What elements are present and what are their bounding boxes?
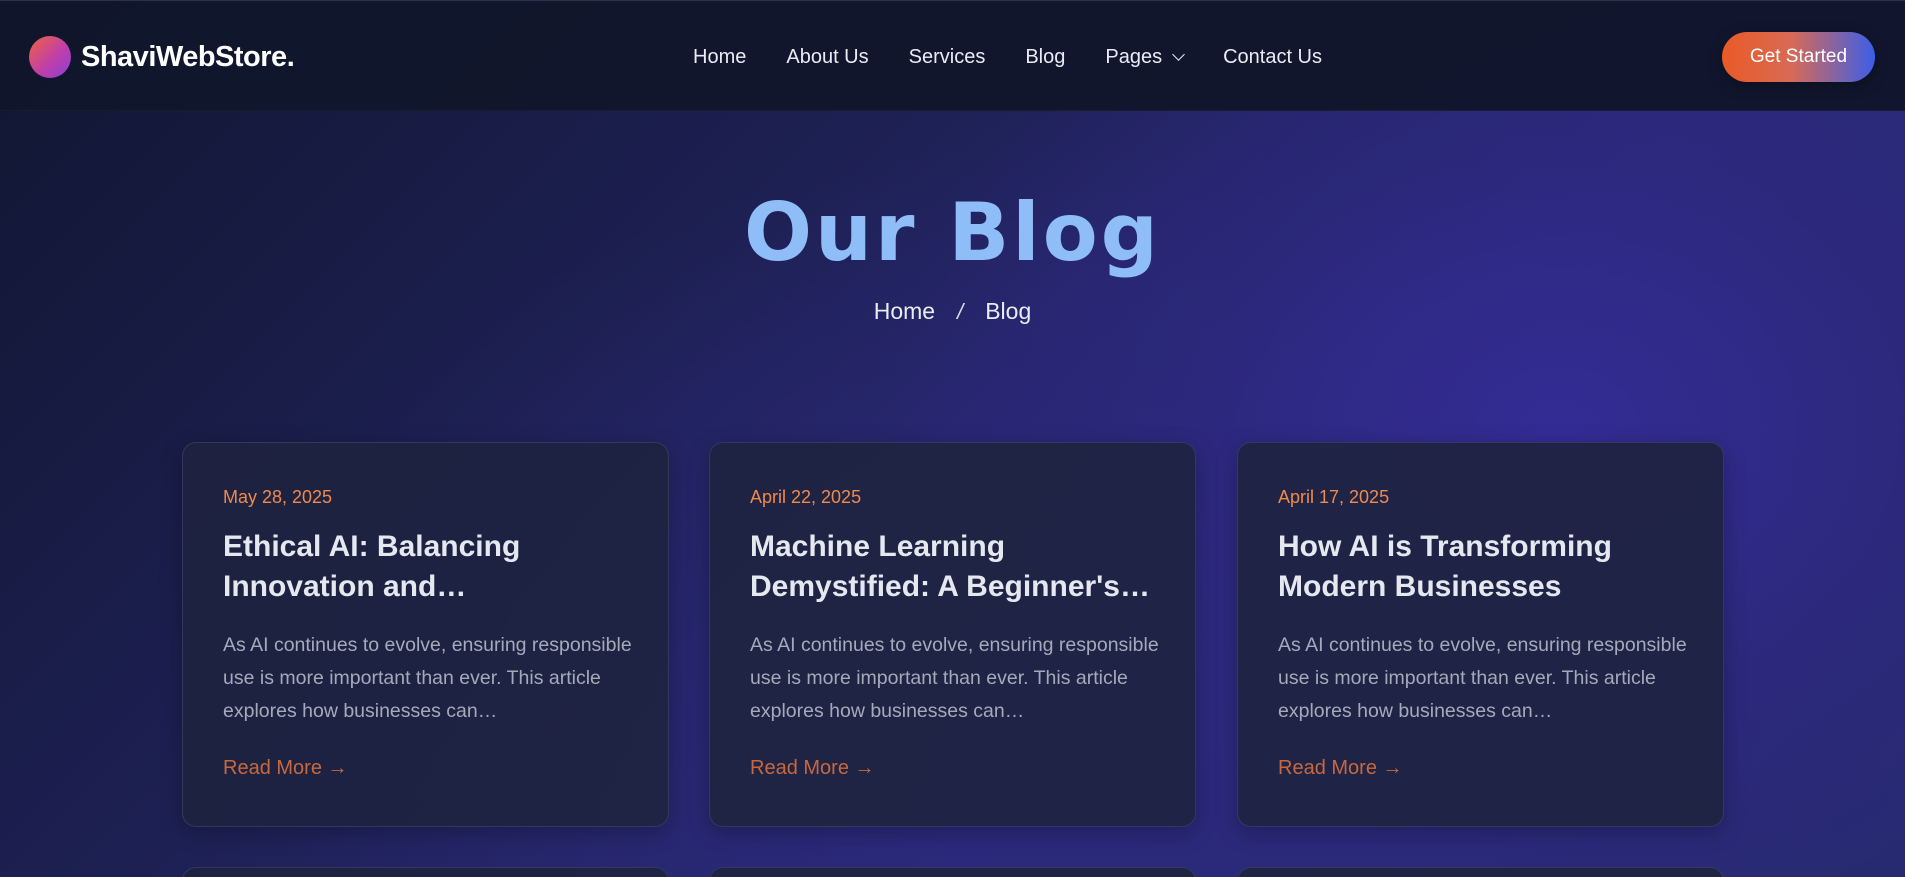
nav-contact-us[interactable]: Contact Us <box>1223 46 1322 69</box>
chevron-down-icon <box>1172 47 1185 61</box>
nav-home[interactable]: Home <box>693 46 746 69</box>
breadcrumb-home[interactable]: Home <box>874 298 935 325</box>
site-header: ShaviWebStore. Home About Us Services Bl… <box>0 0 1905 111</box>
page: ShaviWebStore. Home About Us Services Bl… <box>0 0 1905 877</box>
blog-card[interactable]: May 28, 2025 Ethical AI: Balancing Innov… <box>182 442 669 827</box>
post-date: April 17, 2025 <box>1278 487 1390 507</box>
post-date: April 22, 2025 <box>750 487 862 507</box>
post-title[interactable]: How AI is Transforming Modern Businesses <box>1278 527 1698 607</box>
nav-about-us[interactable]: About Us <box>786 46 868 69</box>
breadcrumb-current: Blog <box>985 298 1032 324</box>
logo-icon <box>29 36 71 78</box>
read-more-link[interactable]: Read More → <box>223 757 348 780</box>
main-nav: Home About Us Services Blog Pages Contac… <box>693 41 1322 73</box>
brand-name: ShaviWebStore. <box>81 40 295 73</box>
brand[interactable]: ShaviWebStore. <box>29 35 295 79</box>
blog-card-partial[interactable] <box>182 867 669 877</box>
read-more-link[interactable]: Read More → <box>1278 757 1403 780</box>
blog-card-partial[interactable] <box>709 867 1196 877</box>
post-excerpt: As AI continues to evolve, ensuring resp… <box>1278 634 1687 722</box>
post-excerpt: As AI continues to evolve, ensuring resp… <box>223 634 632 722</box>
blog-card-partial[interactable] <box>1237 867 1724 877</box>
page-title: Our Blog <box>744 186 1161 279</box>
breadcrumb: Home / Blog <box>0 298 1905 325</box>
post-excerpt: As AI continues to evolve, ensuring resp… <box>750 634 1159 722</box>
blog-card[interactable]: April 22, 2025 Machine Learning Demystif… <box>709 442 1196 827</box>
get-started-button[interactable]: Get Started <box>1722 32 1875 82</box>
breadcrumb-separator: / <box>957 298 964 324</box>
nav-pages-dropdown[interactable]: Pages <box>1105 45 1185 69</box>
nav-blog[interactable]: Blog <box>1025 46 1065 69</box>
blog-card[interactable]: April 17, 2025 How AI is Transforming Mo… <box>1237 442 1724 827</box>
read-more-link[interactable]: Read More → <box>750 757 875 780</box>
nav-pages-label: Pages <box>1105 45 1163 68</box>
post-date: May 28, 2025 <box>223 487 333 507</box>
nav-services[interactable]: Services <box>909 46 986 69</box>
post-title[interactable]: Machine Learning Demystified: A Beginner… <box>750 527 1170 607</box>
post-title[interactable]: Ethical AI: Balancing Innovation and… <box>223 527 643 607</box>
